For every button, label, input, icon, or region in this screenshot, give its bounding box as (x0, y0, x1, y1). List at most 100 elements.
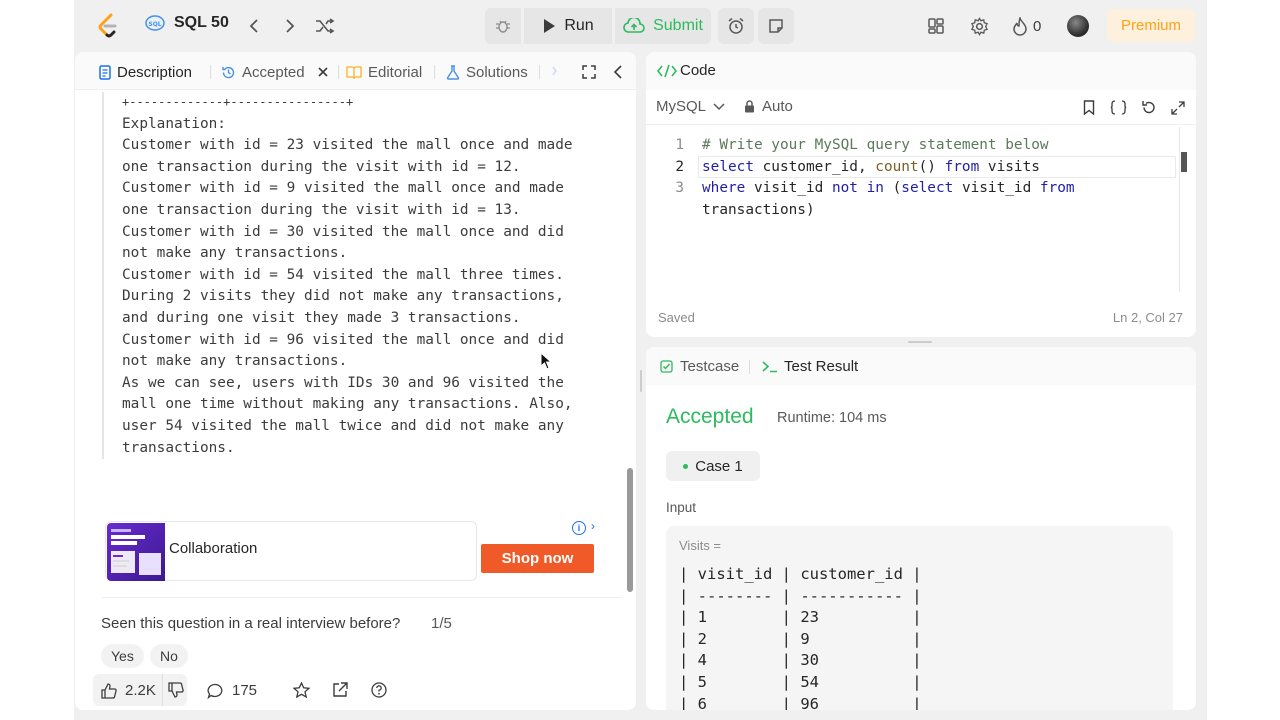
ad-banner[interactable]: Collaboration (105, 521, 477, 581)
reset-icon[interactable] (1141, 100, 1156, 115)
comment-icon (207, 683, 223, 699)
line-number: 3 (675, 180, 684, 197)
yes-button[interactable]: Yes (101, 644, 144, 668)
tab-testcase[interactable]: Testcase (660, 358, 739, 375)
table-name: Visits = (679, 538, 722, 553)
like-button[interactable]: 2.2K (101, 682, 156, 699)
format-code-icon[interactable] (1110, 100, 1127, 115)
code-line-2: select customer_id, count() from visits (702, 158, 1040, 175)
tab-test-result[interactable]: Test Result (762, 358, 858, 375)
share-icon[interactable] (332, 682, 348, 698)
explanation-line: and during one visit they made 3 transac… (122, 309, 521, 326)
cloud-upload-icon (623, 18, 645, 33)
fullscreen-icon[interactable] (1171, 101, 1185, 115)
ad-preview-image (111, 529, 161, 575)
no-button[interactable]: No (150, 644, 188, 668)
fire-icon (1013, 16, 1027, 36)
user-avatar[interactable] (1067, 15, 1089, 37)
comments-button[interactable]: 175 (207, 682, 257, 699)
ad-close-icon[interactable]: › (591, 519, 595, 533)
tab-divider (338, 65, 339, 79)
tab-accepted[interactable]: Accepted (221, 62, 329, 82)
terminal-icon (762, 361, 777, 373)
explanation-line: Customer with id = 54 visited the mall t… (122, 266, 564, 283)
svg-text:SQL: SQL (148, 21, 161, 28)
editor-scrollbar-thumb[interactable] (1181, 152, 1187, 172)
case-1-tab[interactable]: Case 1 (666, 451, 760, 481)
run-button[interactable]: Run (524, 8, 612, 44)
premium-button[interactable]: Premium (1107, 9, 1195, 42)
ad-thumbnail (107, 523, 165, 581)
table-header-row: | visit_id | customer_id | (679, 565, 922, 583)
problem-list-title[interactable]: SQL SQL 50 (144, 14, 229, 32)
description-panel: Description Accepted Editorial Solutions… (75, 52, 636, 710)
alarm-clock-icon (728, 17, 744, 34)
language-select[interactable]: MySQL (656, 98, 725, 115)
collapse-panel-button[interactable] (613, 62, 623, 82)
editor-toolbar: MySQL Auto (646, 90, 1196, 125)
shop-now-button[interactable]: Shop now (481, 544, 594, 573)
dislike-button[interactable] (168, 682, 184, 702)
tab-overflow[interactable] (551, 62, 561, 82)
next-problem-button[interactable] (278, 14, 302, 38)
editor-scrollbar-track (1179, 127, 1180, 292)
ad-info-icon[interactable]: i (572, 521, 586, 535)
play-icon (544, 19, 556, 33)
interview-question: Seen this question in a real interview b… (101, 615, 401, 632)
cursor-position: Ln 2, Col 27 (1112, 310, 1183, 325)
tab-editorial[interactable]: Editorial (346, 62, 422, 82)
layout-button[interactable] (927, 14, 945, 38)
leetcode-logo-icon[interactable] (96, 13, 120, 39)
vertical-resize-handle[interactable] (640, 370, 642, 392)
chevron-left-icon (249, 19, 258, 33)
prev-problem-button[interactable] (242, 14, 266, 38)
star-icon[interactable] (293, 682, 310, 698)
tab-divider (210, 65, 211, 79)
debug-button[interactable] (485, 8, 521, 44)
maximize-panel-button[interactable] (582, 62, 596, 82)
help-icon[interactable] (371, 682, 387, 698)
submissions-icon (552, 66, 557, 75)
auto-mode-label: Auto (762, 98, 793, 115)
line-number: 2 (675, 158, 684, 175)
code-line-3: where visit_id not in (select visit_id f… (702, 180, 1075, 197)
note-icon (769, 19, 783, 33)
code-panel-title: Code (680, 62, 716, 79)
close-icon[interactable] (317, 66, 329, 78)
streak-counter[interactable]: 0 (1012, 14, 1041, 38)
visits-table: | visit_id | customer_id | | -------- | -… (679, 564, 922, 710)
timer-button[interactable] (718, 8, 754, 44)
auto-mode-toggle[interactable]: Auto (744, 98, 793, 115)
tab-solutions-label: Solutions (466, 63, 528, 81)
horizontal-resize-handle[interactable] (908, 341, 932, 343)
settings-button[interactable] (970, 14, 989, 38)
notes-button[interactable] (758, 8, 794, 44)
code-panel-header: Code (646, 52, 1196, 90)
yes-label: Yes (111, 648, 134, 664)
ad-text: Collaboration (169, 540, 258, 557)
tab-solutions[interactable]: Solutions (446, 62, 528, 82)
explanation-line: As we can see, users with IDs 30 and 96 … (122, 374, 564, 391)
run-submit-group: Run Submit (485, 8, 711, 44)
maximize-icon (582, 65, 596, 79)
question-count: 1/5 (431, 615, 452, 632)
tab-test-result-label: Test Result (784, 358, 859, 375)
table-row: | 2 | 9 | (679, 629, 922, 648)
tab-description-label: Description (117, 63, 193, 81)
divider (102, 597, 622, 598)
explanation-line: Customer with id = 30 visited the mall o… (122, 223, 564, 240)
thumbs-down-icon (168, 682, 184, 698)
code-line-1: # Write your MySQL query statement below (702, 137, 1049, 153)
tab-description[interactable]: Description (99, 62, 192, 82)
tab-divider (539, 65, 540, 79)
code-panel: Code MySQL Auto 1 2 3 # Write your MySQL… (646, 52, 1196, 337)
code-line-3-wrap: transactions) (702, 201, 815, 218)
submit-button[interactable]: Submit (615, 8, 711, 44)
description-scrollbar[interactable] (627, 468, 633, 592)
random-problem-button[interactable] (313, 14, 337, 38)
thumbs-up-icon (101, 682, 117, 699)
chevron-left-icon (613, 65, 622, 79)
tab-divider (749, 360, 750, 374)
bookmark-icon[interactable] (1083, 100, 1095, 115)
explanation-line: one transaction during the visit with id… (122, 201, 521, 218)
